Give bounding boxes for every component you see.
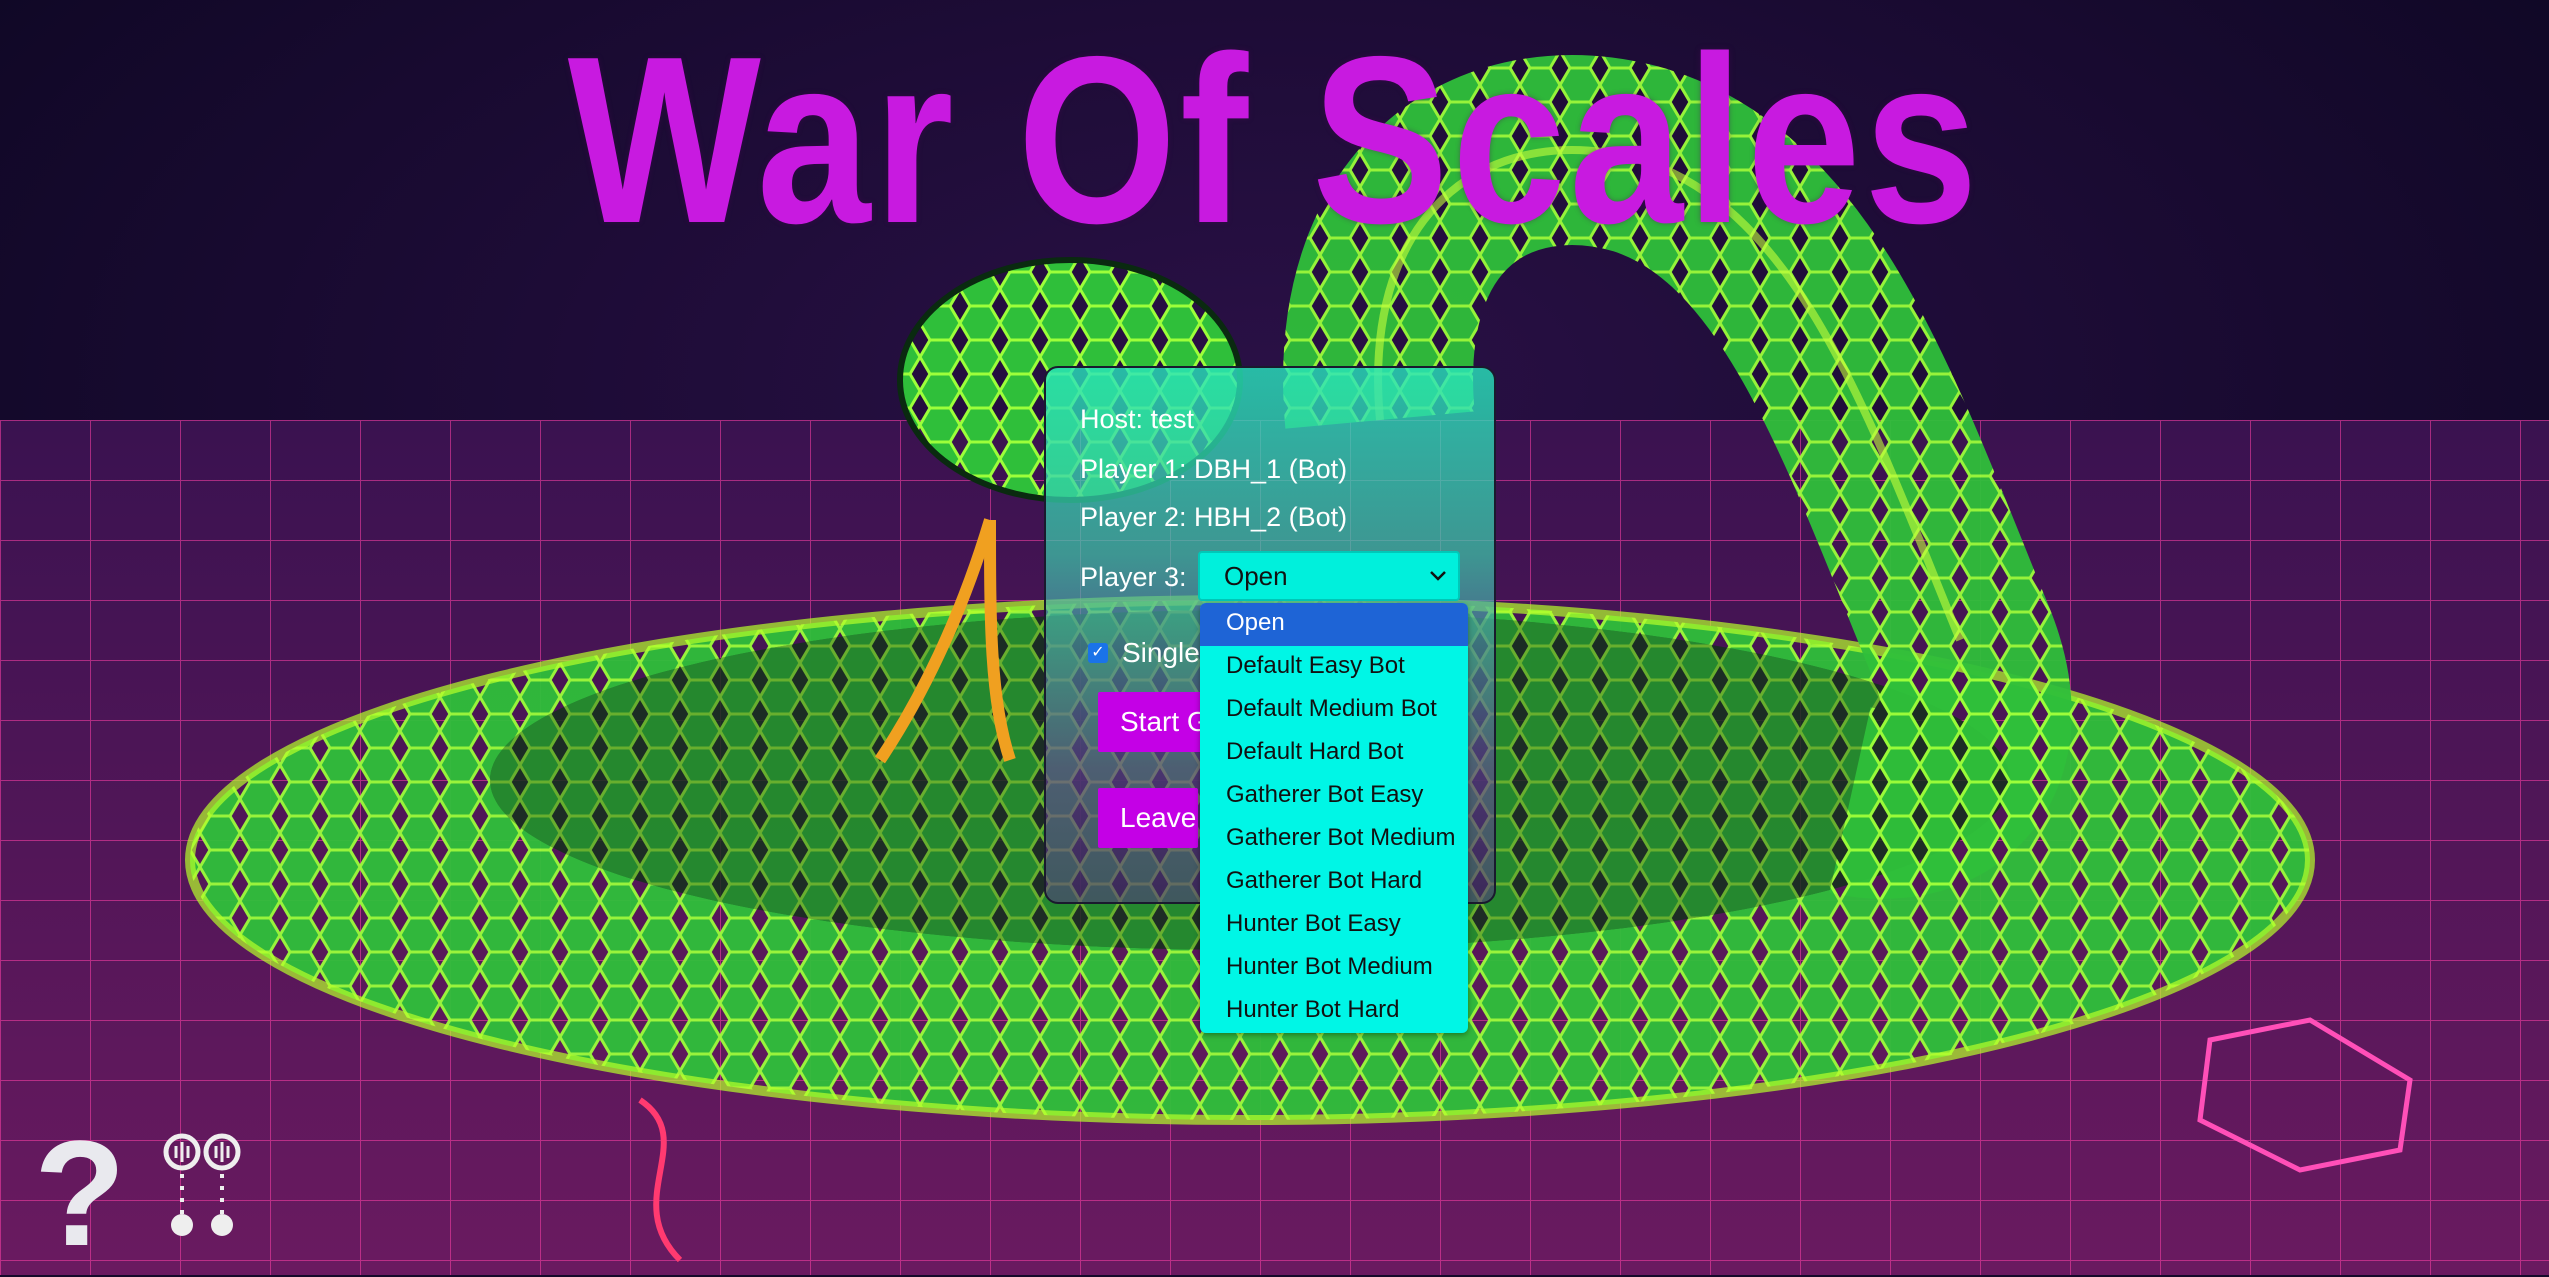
player-3-dropdown-list: Open Default Easy Bot Default Medium Bot… (1200, 603, 1468, 1033)
dropdown-option[interactable]: Hunter Bot Easy (1200, 904, 1468, 947)
dropdown-option[interactable]: Gatherer Bot Easy (1200, 775, 1468, 818)
dropdown-option[interactable]: Hunter Bot Hard (1200, 990, 1468, 1033)
dropdown-option[interactable]: Hunter Bot Medium (1200, 947, 1468, 990)
single-label: Single (1122, 637, 1200, 668)
player-2-label: Player 2: HBH_2 (Bot) (1080, 502, 1348, 532)
dropdown-option[interactable]: Open (1200, 603, 1468, 646)
game-title: War Of Scales (567, 8, 1982, 273)
audio-toggle-icon[interactable] (160, 1130, 250, 1245)
help-icon[interactable]: ? (34, 1118, 126, 1268)
dropdown-option[interactable]: Default Medium Bot (1200, 689, 1468, 732)
dropdown-option[interactable]: Default Easy Bot (1200, 646, 1468, 689)
single-checkbox[interactable]: ✓ (1088, 643, 1108, 663)
dropdown-option[interactable]: Default Hard Bot (1200, 732, 1468, 775)
player-3-select-value: Open (1224, 561, 1288, 591)
player-3-label: Player 3: (1080, 562, 1187, 592)
player-3-select[interactable]: Open (1198, 551, 1460, 601)
player-1-label: Player 1: DBH_1 (Bot) (1080, 454, 1348, 484)
dropdown-option[interactable]: Gatherer Bot Hard (1200, 861, 1468, 904)
leave-button[interactable]: Leave (1098, 788, 1198, 848)
dropdown-option[interactable]: Gatherer Bot Medium (1200, 818, 1468, 861)
host-label: Host: test (1080, 404, 1195, 434)
